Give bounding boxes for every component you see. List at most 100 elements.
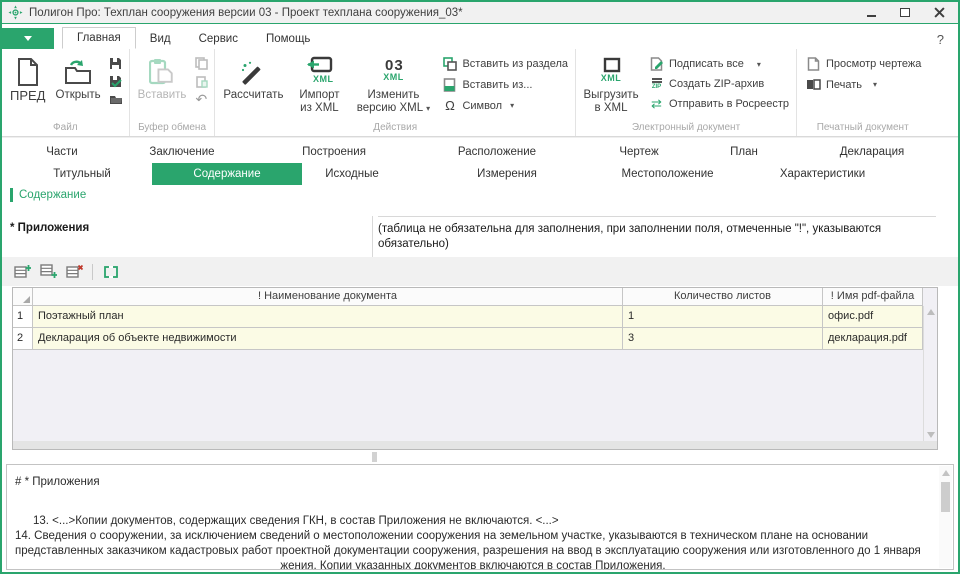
menu-tab-vid[interactable]: Вид — [136, 29, 185, 49]
group-label-printdoc: Печатный документ — [800, 121, 925, 136]
header-document-name[interactable]: ! Наименование документа — [33, 288, 623, 306]
preview-drawing-button[interactable]: Просмотр чертежа — [806, 57, 921, 71]
tab-raspolozhenie[interactable]: Расположение — [442, 142, 552, 162]
tab-harakteristiki[interactable]: Характеристики — [760, 164, 885, 184]
open-button[interactable]: Открыть — [51, 51, 106, 102]
cell-sheet-count[interactable]: 1 — [623, 306, 823, 328]
change-xml-version-label: Изменить версию XML — [357, 89, 423, 114]
dropdown-arrow-icon: ▾ — [426, 104, 430, 113]
magic-wand-icon — [240, 54, 266, 86]
table-horizontal-scrollbar[interactable] — [13, 441, 937, 449]
folder-icon — [109, 93, 123, 105]
delete-row-button[interactable] — [64, 262, 84, 282]
help-scrollbar[interactable] — [939, 466, 952, 568]
dropdown-arrow-icon: ▾ — [757, 60, 761, 69]
cell-document-name[interactable]: Декларация об объекте недвижимости — [33, 328, 623, 350]
tab-ishodnye[interactable]: Исходные — [302, 164, 402, 184]
ribbon-group-actions: Рассчитать XML Импорт из XML 03 XML Изме… — [215, 49, 576, 136]
help-line-14b: представленных заказчиком кадастровых ра… — [15, 544, 931, 559]
tab-zaklyuchenie[interactable]: Заключение — [132, 142, 232, 162]
xml-version-icon: 03 XML — [383, 54, 404, 86]
scroll-down-icon — [927, 432, 935, 438]
change-xml-version-button[interactable]: 03 XML Изменить версию XML▾ — [350, 51, 436, 115]
cell-sheet-count[interactable]: 3 — [623, 328, 823, 350]
tab-chasti[interactable]: Части — [17, 142, 107, 162]
sign-all-button[interactable]: Подписать все ▾ — [649, 57, 789, 71]
create-zip-button[interactable]: ZIP Создать ZIP-архив — [649, 78, 789, 90]
save-button[interactable] — [108, 56, 124, 70]
copy-button[interactable] — [193, 56, 209, 70]
export-xml-button[interactable]: XML Выгрузить в XML — [579, 51, 643, 115]
send-rosreestr-button[interactable]: ⇄ Отправить в Росреестр — [649, 97, 789, 110]
omega-icon: Ω — [442, 99, 457, 112]
undo-button[interactable]: ↶ — [193, 92, 209, 106]
import-xml-button[interactable]: XML Импорт из XML — [288, 51, 350, 115]
tab-postroeniya[interactable]: Построения — [284, 142, 384, 162]
zip-archive-icon: ZIP — [649, 78, 664, 90]
breadcrumb-label: Содержание — [19, 189, 86, 201]
insert-row-below-icon — [40, 264, 57, 279]
import-xml-icon: XML — [305, 54, 333, 86]
paste-special-icon — [195, 75, 208, 88]
symbol-label: Символ — [462, 100, 502, 112]
minimize-button[interactable] — [864, 6, 878, 20]
close-button[interactable] — [932, 6, 946, 20]
maximize-button[interactable] — [898, 6, 912, 20]
tab-titulnyj[interactable]: Титульный — [32, 164, 132, 184]
tab-deklaraciya[interactable]: Декларация — [822, 142, 922, 162]
table-row: 2 Декларация об объекте недвижимости 3 д… — [13, 328, 937, 350]
calculate-label: Рассчитать — [223, 89, 283, 102]
cell-pdf-name[interactable]: офис.pdf — [823, 306, 923, 328]
table-row: 1 Поэтажный план 1 офис.pdf — [13, 306, 937, 328]
print-label: Печать — [826, 79, 862, 91]
menu-tab-servis[interactable]: Сервис — [185, 29, 252, 49]
maximize-icon — [900, 8, 910, 17]
insert-row-below-button[interactable] — [38, 262, 58, 282]
breadcrumb-bar — [10, 188, 13, 202]
field-divider — [372, 216, 373, 257]
paste-special-button[interactable] — [193, 74, 209, 88]
tab-soderzhanie[interactable]: Содержание — [152, 163, 302, 185]
paste-button[interactable]: Вставить — [133, 51, 192, 102]
row-number[interactable]: 1 — [13, 306, 33, 328]
table-vertical-scrollbar[interactable] — [923, 306, 937, 441]
export-xml-icon: XML — [601, 54, 622, 86]
group-label-file: Файл — [5, 121, 126, 136]
help-button[interactable]: ? — [937, 32, 944, 49]
save-all-button[interactable] — [108, 92, 124, 106]
tab-chertezh[interactable]: Чертеж — [596, 142, 682, 162]
tab-plan[interactable]: План — [701, 142, 787, 162]
save-check-icon — [109, 75, 122, 88]
pred-button[interactable]: ПРЕД — [5, 51, 51, 102]
field-note: (таблица не обязательна для заполнения, … — [378, 216, 936, 252]
scroll-thumb[interactable] — [941, 482, 950, 512]
undo-icon: ↶ — [196, 93, 208, 106]
app-logo-icon — [8, 5, 23, 20]
import-xml-label: Импорт из XML — [293, 89, 345, 115]
insert-from-button[interactable]: Вставить из... — [442, 78, 568, 92]
calculate-button[interactable]: Рассчитать — [218, 51, 288, 102]
splitter-handle[interactable] — [372, 452, 377, 462]
cell-pdf-name[interactable]: декларация.pdf — [823, 328, 923, 350]
row-number[interactable]: 2 — [13, 328, 33, 350]
field-label-prilozheniya: * Приложения — [10, 222, 89, 234]
app-menu-button[interactable] — [2, 28, 54, 49]
pred-label: ПРЕД — [10, 89, 46, 102]
header-pdf-name[interactable]: ! Имя pdf-файла — [823, 288, 923, 306]
symbol-button[interactable]: Ω Символ ▾ — [442, 99, 568, 112]
insert-from-section-button[interactable]: Вставить из раздела — [442, 57, 568, 71]
insert-row-above-button[interactable] — [12, 262, 32, 282]
print-icon — [806, 78, 821, 91]
tab-mestopolozhenie[interactable]: Местоположение — [610, 164, 725, 184]
print-button[interactable]: Печать ▾ — [806, 78, 921, 91]
fit-table-button[interactable] — [101, 262, 121, 282]
save-as-button[interactable] — [108, 74, 124, 88]
table-corner-cell[interactable] — [13, 288, 33, 306]
menu-tab-pomosch[interactable]: Помощь — [252, 29, 324, 49]
header-sheet-count[interactable]: Количество листов — [623, 288, 823, 306]
cell-document-name[interactable]: Поэтажный план — [33, 306, 623, 328]
menu-tab-glavnaya[interactable]: Главная — [62, 27, 136, 49]
tab-izmereniya[interactable]: Измерения — [457, 164, 557, 184]
ribbon-group-printdoc: Просмотр чертежа Печать ▾ Печатный докум… — [797, 49, 928, 136]
menu-bar: Главная Вид Сервис Помощь ? — [2, 25, 958, 49]
